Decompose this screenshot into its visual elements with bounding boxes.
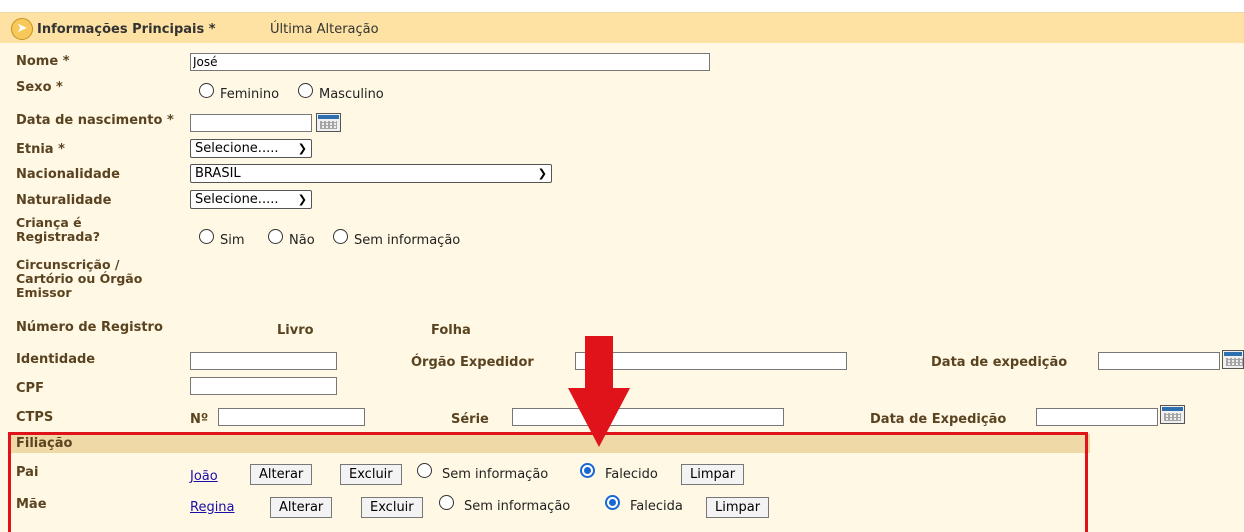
calendar-icon[interactable]	[316, 113, 341, 132]
data-nascimento-input[interactable]	[190, 114, 312, 132]
ctps-label: CTPS	[16, 410, 54, 425]
etnia-selected: Selecione.....	[195, 141, 279, 156]
etnia-select[interactable]: Selecione..... ❯	[190, 139, 312, 158]
cpf-input[interactable]	[190, 377, 337, 395]
sim-label: Sim	[220, 233, 245, 248]
naturalidade-select[interactable]: Selecione..... ❯	[190, 190, 312, 209]
sim-radio[interactable]	[199, 229, 214, 244]
data-nascimento-label: Data de nascimento *	[16, 113, 174, 128]
feminino-label: Feminino	[220, 87, 280, 102]
chevron-down-icon: ❯	[537, 167, 547, 180]
calendar-icon[interactable]	[1222, 350, 1244, 369]
top-strip	[0, 0, 1244, 13]
sem-informacao-radio[interactable]	[333, 229, 348, 244]
nacionalidade-selected: BRASIL	[195, 166, 241, 181]
red-arrow-icon	[568, 336, 630, 447]
ctps-serie-label: Série	[451, 412, 489, 427]
masculino-radio[interactable]	[298, 83, 313, 98]
ctps-data-expedicao-label: Data de Expedição	[870, 412, 1007, 427]
naturalidade-label: Naturalidade	[16, 193, 112, 208]
folha-label: Folha	[431, 323, 471, 338]
feminino-radio[interactable]	[199, 83, 214, 98]
ctps-numero-label: Nº	[190, 412, 209, 427]
crianca-registrada-label: Criança é Registrada?	[16, 215, 100, 244]
chevron-down-icon: ❯	[297, 142, 307, 155]
identidade-input[interactable]	[190, 352, 337, 370]
cpf-label: CPF	[16, 381, 44, 396]
nacionalidade-label: Nacionalidade	[16, 167, 120, 182]
nao-label: Não	[289, 233, 315, 248]
ctps-data-expedicao-input[interactable]	[1036, 408, 1158, 426]
nome-label: Nome *	[16, 54, 70, 69]
ctps-numero-input[interactable]	[218, 408, 365, 426]
arrow-circle-icon[interactable]: ➤	[11, 18, 33, 40]
ctps-serie-input[interactable]	[512, 408, 784, 426]
orgao-expedidor-label: Órgão Expedidor	[411, 355, 534, 370]
identidade-label: Identidade	[16, 352, 96, 367]
section-title: Informações Principais *	[37, 22, 216, 37]
numero-registro-label: Número de Registro	[16, 320, 163, 335]
masculino-label: Masculino	[319, 87, 384, 102]
chevron-down-icon: ❯	[297, 193, 307, 206]
data-expedicao-input[interactable]	[1098, 352, 1220, 370]
naturalidade-selected: Selecione.....	[195, 192, 279, 207]
calendar-icon[interactable]	[1160, 405, 1185, 424]
highlight-box	[8, 432, 1088, 532]
nome-input[interactable]	[190, 53, 710, 71]
sexo-label: Sexo *	[16, 80, 63, 95]
circunscricao-label: Circunscrição / Cartório ou Órgão Emisso…	[16, 257, 143, 300]
last-change-tab[interactable]: Última Alteração	[270, 22, 379, 37]
etnia-label: Etnia *	[16, 142, 65, 157]
sem-informacao-label: Sem informação	[354, 233, 461, 248]
livro-label: Livro	[277, 323, 314, 338]
nacionalidade-select[interactable]: BRASIL ❯	[190, 164, 552, 183]
nao-radio[interactable]	[268, 229, 283, 244]
data-expedicao-label: Data de expedição	[931, 355, 1068, 370]
